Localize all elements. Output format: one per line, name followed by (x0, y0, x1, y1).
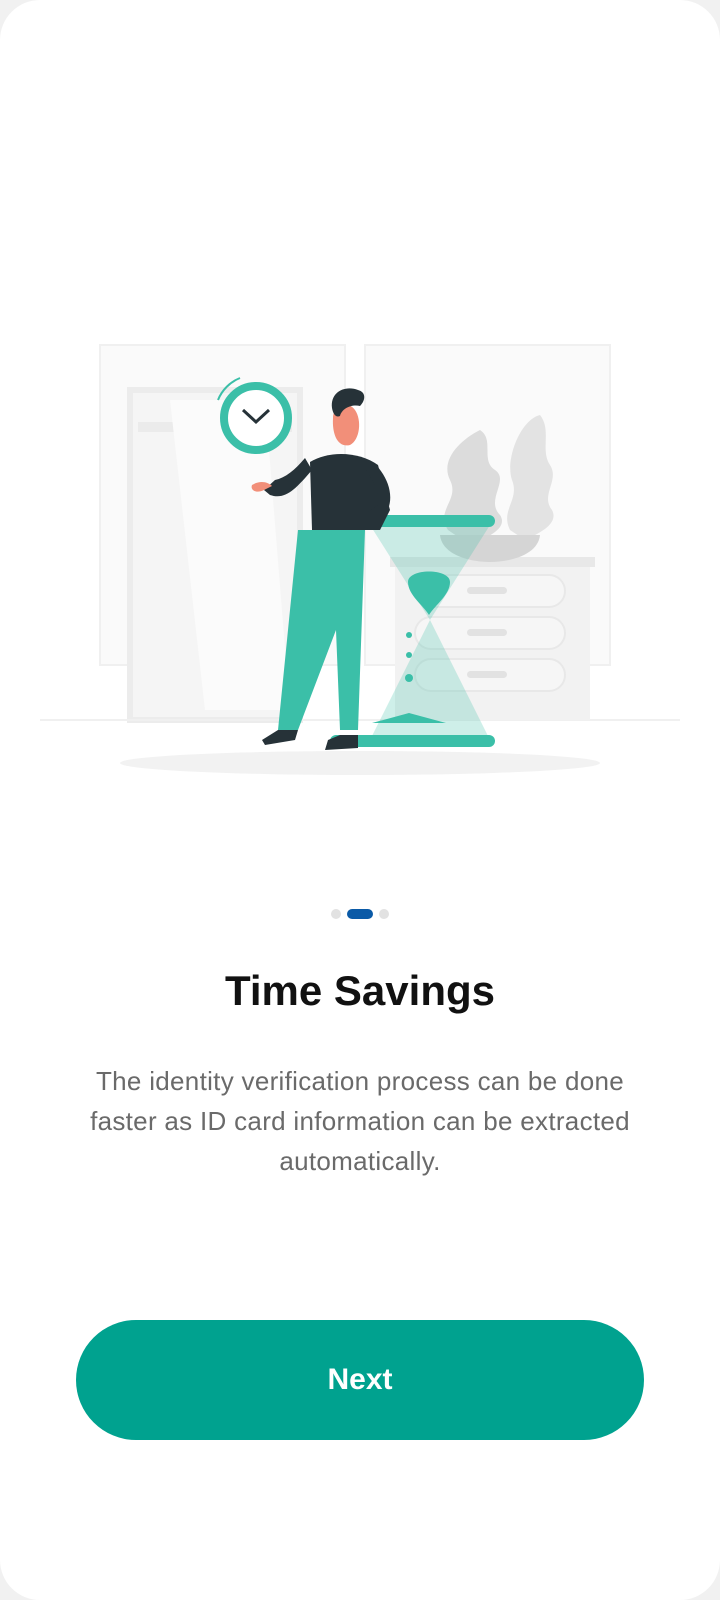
onboarding-screen: Time Savings The identity verification p… (0, 0, 720, 1600)
page-dot-3[interactable] (379, 909, 389, 919)
page-dot-2-active[interactable] (347, 909, 373, 919)
onboarding-description: The identity verification process can be… (90, 1066, 630, 1176)
page-indicator (0, 909, 720, 919)
time-savings-illustration (40, 344, 680, 775)
onboarding-title: Time Savings (224, 967, 495, 1014)
next-button[interactable]: Next (76, 1320, 644, 1440)
page-dot-1[interactable] (331, 909, 341, 919)
